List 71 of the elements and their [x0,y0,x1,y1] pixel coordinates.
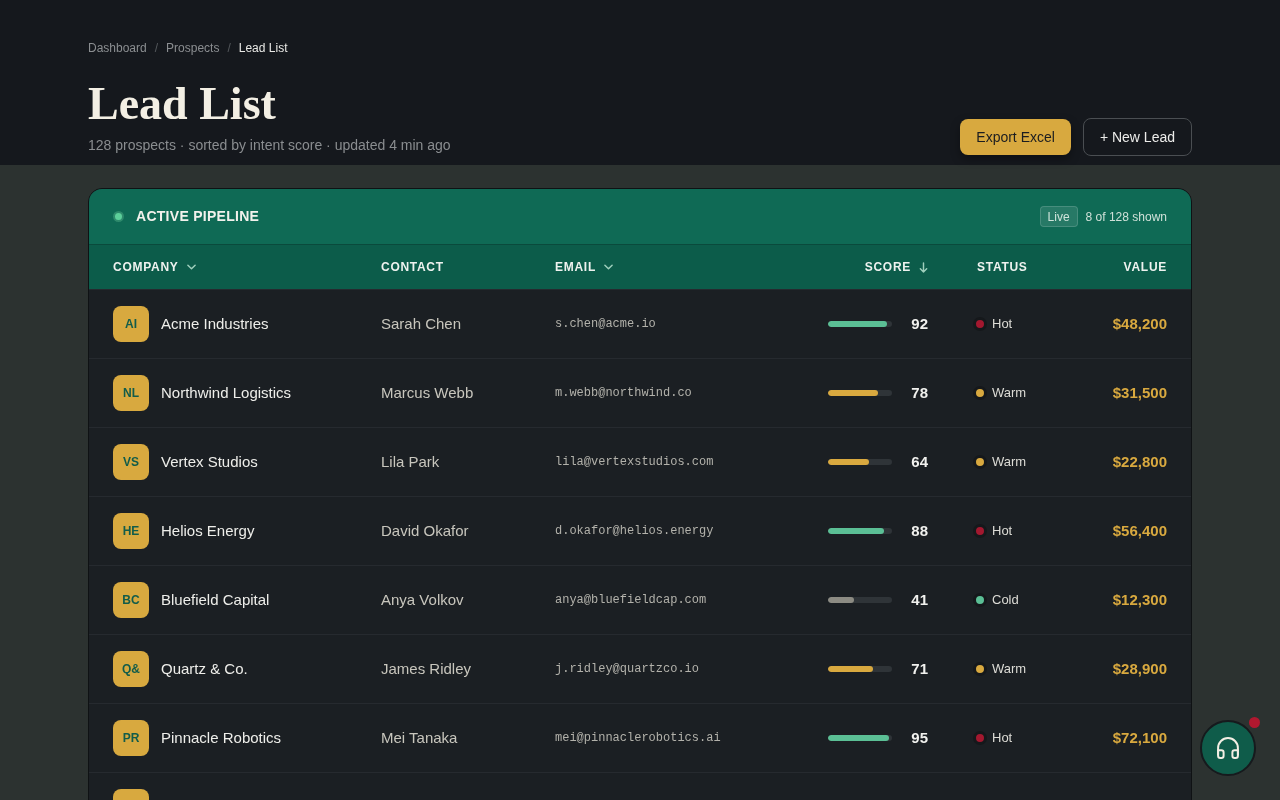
column-header: VALUE [1123,259,1167,276]
column-header[interactable]: SCORE [864,258,928,276]
initials-avatar: PR [113,720,149,756]
export-button[interactable]: Export Excel [960,119,1071,155]
initials-avatar: VS [113,444,149,480]
status-label: Hot [992,729,1013,748]
initials-avatar: AI [113,306,149,342]
score-value: 64 [911,451,928,472]
company-name: Northwind Logistics [161,382,292,403]
email-address: s.chen@acme.io [555,316,656,333]
deal-value: $12,300 [1112,589,1167,610]
score-value: 71 [911,658,928,679]
deal-value: $31,500 [1112,382,1167,403]
company-name: Vertex Studios [161,451,258,472]
company-name: Acme Industries [161,313,269,334]
shown-count: 8 of 128 shown [1085,208,1167,226]
deal-value: $28,900 [1112,658,1167,679]
contact-name: Sarah Chen [381,313,462,334]
email-address: j.ridley@quartzco.io [555,661,700,678]
company-name: Bluefield Capital [161,589,270,610]
breadcrumb-separator: / [227,40,231,56]
company-name: Helios Energy [161,520,255,541]
status-label: Warm [992,660,1027,679]
email-address: anya@bluefieldcap.com [555,592,707,609]
score-value: 92 [911,313,928,334]
initials-avatar: Q& [113,651,149,687]
breadcrumb-link[interactable]: Prospects [166,40,220,56]
email-address: mei@pinnaclerobotics.ai [555,730,721,747]
company-name: Quartz & Co. [161,658,248,679]
initials-avatar: BC [113,582,149,618]
headphones-icon [1217,737,1239,759]
email-address: m.webb@northwind.co [555,385,692,402]
deal-value: $72,100 [1112,727,1167,748]
breadcrumb-link[interactable]: Lead List [238,40,288,56]
contact-name: David Okafor [381,520,469,541]
column-header: CONTACT [381,259,444,276]
contact-name: Anya Volkov [381,589,464,610]
breadcrumb-separator: / [154,40,159,56]
page-title: Lead List [88,78,276,129]
contact-name: James Ridley [381,658,472,679]
breadcrumb-link[interactable]: Dashboard [88,40,147,56]
chevron-down-icon [186,264,196,270]
email-address: lila@vertexstudios.com [555,454,714,471]
status-label: Warm [992,453,1027,472]
status-label: Hot [992,522,1013,541]
deal-value: $22,800 [1112,451,1167,472]
deal-value: $48,200 [1112,313,1167,334]
score-value: 88 [911,520,928,541]
contact-name: Marcus Webb [381,382,474,403]
chevron-down-icon [603,264,613,270]
deal-value: $56,400 [1112,520,1167,541]
page-subtitle: 128 prospects · sorted by intent score · updated 4 min ago [88,136,451,155]
company-name: Pinnacle Robotics [161,727,282,748]
score-value: 41 [911,589,928,610]
live-badge: Live [1039,206,1078,227]
column-header[interactable]: EMAIL [555,258,613,276]
column-header: STATUS [977,259,1028,276]
contact-name: Mei Tanaka [381,727,458,748]
contact-name: Lila Park [381,451,440,472]
column-header[interactable]: COMPANY [113,258,196,276]
initials-avatar: HE [113,513,149,549]
new-lead-button[interactable]: + New Lead [1082,118,1192,156]
status-label: Cold [992,591,1019,610]
arrow-down-icon [919,261,928,273]
pipeline-title: ACTIVE PIPELINE [136,207,260,226]
status-label: Hot [992,315,1013,334]
status-label: Warm [992,384,1027,403]
score-value: 78 [911,382,928,403]
email-address: d.okafor@helios.energy [555,523,714,540]
score-value: 95 [911,727,928,748]
initials-avatar: NL [113,375,149,411]
